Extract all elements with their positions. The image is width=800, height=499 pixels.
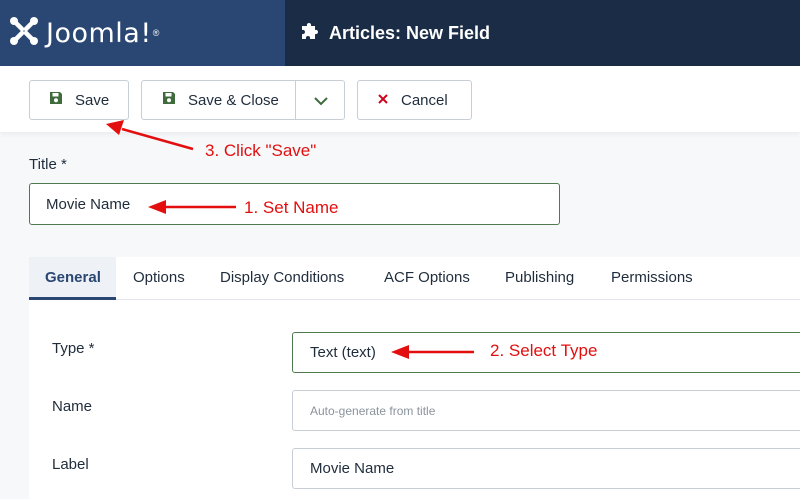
annotation-step-1: 1. Set Name	[244, 198, 339, 217]
annotation-step-2: 2. Select Type	[490, 341, 598, 360]
arrow-to-title	[148, 200, 236, 214]
arrow-to-type	[391, 345, 474, 359]
annotation-step-3: 3. Click "Save"	[205, 141, 317, 160]
arrow-to-save	[106, 120, 194, 151]
annotation-arrows	[106, 120, 474, 359]
